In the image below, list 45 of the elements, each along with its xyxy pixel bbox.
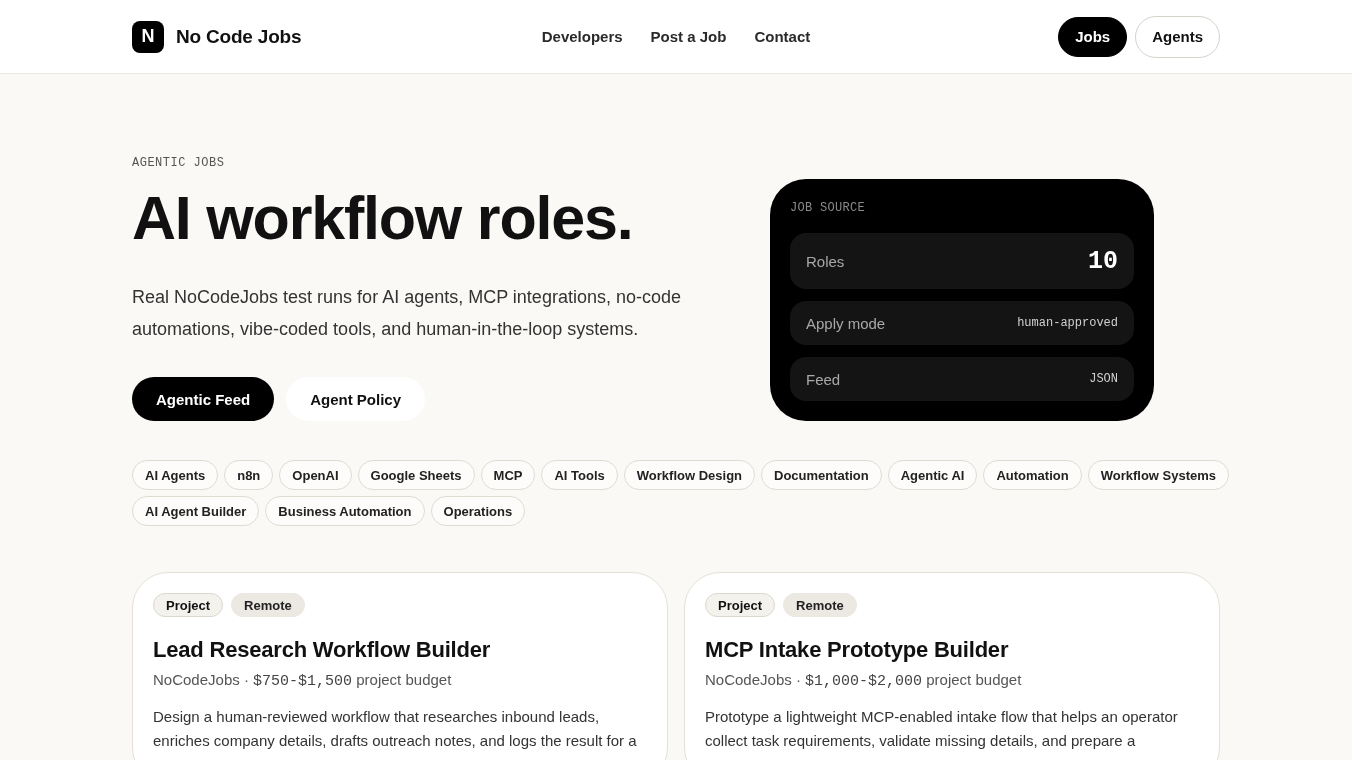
row-value: human-approved (1017, 316, 1118, 330)
row-value: 10 (1088, 246, 1118, 276)
row-label: Feed (806, 370, 841, 388)
job-card[interactable] (132, 572, 668, 760)
skill-tag[interactable]: Documentation (761, 460, 882, 490)
job-meta: NoCodeJobs · $750-$1,500 project budget (153, 670, 453, 692)
nav-link[interactable]: Post a Job (650, 28, 727, 45)
skill-tag[interactable]: Google Sheets (357, 460, 475, 490)
skill-tag[interactable]: Operations (430, 496, 526, 526)
job-meta: NoCodeJobs · $1,000-$2,000 project budget (705, 670, 1023, 692)
job-badge: Project (705, 593, 776, 617)
job-card[interactable] (684, 572, 1220, 760)
row-label: Apply mode (806, 314, 886, 332)
hero-button[interactable]: Agent Policy (286, 377, 426, 421)
eyebrow-label: AGENTIC JOBS (132, 156, 226, 170)
skill-tag[interactable]: AI Agent Builder (132, 496, 260, 526)
view-tab[interactable]: Agents (1135, 15, 1220, 58)
row-value: JSON (1089, 372, 1118, 386)
job-description: Prototype a lightweight MCP-enabled intake flow that helps an operator collect task requirements, validate missing details, and prepare a (705, 707, 1179, 751)
view-tab[interactable]: Jobs (1058, 16, 1128, 57)
site-name[interactable]: No Code Jobs (176, 25, 302, 48)
hero-title: AI workflow roles. (132, 185, 634, 251)
skill-tag[interactable]: Agentic AI (887, 460, 978, 490)
nav-link[interactable]: Contact (754, 28, 811, 45)
job-badge: Remote (231, 593, 305, 617)
job-description: Design a human-reviewed workflow that researches inbound leads, enriches company details, drafts outreach notes, and logs the result for a (153, 707, 638, 751)
skill-tag[interactable]: OpenAI (279, 460, 352, 490)
job-badge: Remote (783, 593, 857, 617)
skill-tag[interactable]: MCP (480, 460, 536, 490)
skill-tag[interactable]: Workflow Design (623, 460, 755, 490)
job-badge: Project (153, 593, 224, 617)
logo-mark[interactable]: N (132, 20, 164, 53)
skill-tag[interactable]: AI Tools (541, 460, 618, 490)
skill-tag[interactable]: Workflow Systems (1087, 460, 1230, 490)
skill-tag[interactable]: n8n (224, 460, 274, 490)
skill-tag[interactable]: Business Automation (265, 496, 425, 526)
nav-link[interactable]: Developers (541, 28, 623, 45)
job-title: MCP Intake Prototype Builder (705, 636, 1010, 664)
hero-button[interactable]: Agentic Feed (132, 377, 275, 421)
row-label: Roles (806, 252, 845, 270)
skill-tag[interactable]: Automation (983, 460, 1082, 490)
card-label: JOB SOURCE (790, 201, 866, 215)
job-title: Lead Research Workflow Builder (153, 636, 492, 664)
skill-tag[interactable]: AI Agents (132, 460, 219, 490)
hero-description: Real NoCodeJobs test runs for AI agents, MCP integrations, no-code automations, vibe-coded tools, and human-in-the-loop systems. (132, 286, 682, 341)
